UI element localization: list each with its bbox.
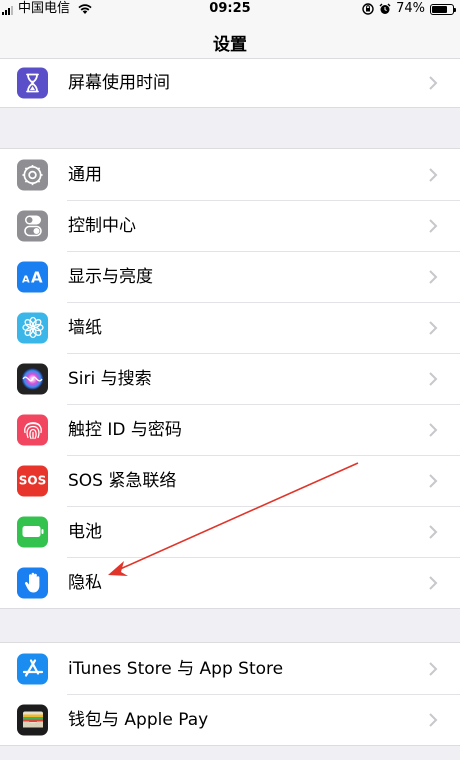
settings-row-emergency-sos[interactable]: SOS SOS 紧急联络	[0, 455, 460, 506]
battery-status-icon	[430, 3, 456, 15]
battery-percent: 74%	[396, 1, 425, 16]
app-store-icon	[17, 653, 48, 684]
chevron-right-icon	[429, 269, 438, 284]
orientation-lock-icon	[362, 3, 374, 15]
page-title: 设置	[213, 35, 247, 55]
settings-row-label: 隐私	[68, 572, 102, 593]
siri-icon	[17, 363, 48, 394]
settings-row-siri-search[interactable]: Siri 与搜索	[0, 353, 460, 404]
flower-icon	[17, 312, 48, 343]
chevron-right-icon	[429, 712, 438, 727]
chevron-right-icon	[429, 76, 438, 90]
chevron-right-icon	[429, 218, 438, 233]
alarm-icon	[379, 3, 391, 14]
settings-row-general[interactable]: 通用	[0, 149, 460, 200]
battery-fill	[432, 5, 447, 13]
settings-row-label: 屏幕使用时间	[68, 73, 170, 93]
sos-icon-text: SOS	[18, 473, 47, 488]
chevron-right-icon	[429, 320, 438, 335]
text-size-icon: AA	[17, 261, 48, 292]
battery-icon	[17, 516, 48, 547]
settings-row-control-center[interactable]: 控制中心	[0, 200, 460, 251]
chevron-right-icon	[429, 524, 438, 539]
settings-row-label: SOS 紧急联络	[68, 470, 177, 491]
gear-icon	[17, 159, 48, 190]
settings-row-label: 控制中心	[68, 215, 136, 236]
settings-row-itunes-app-store[interactable]: iTunes Store 与 App Store	[0, 643, 460, 694]
fingerprint-icon	[17, 414, 48, 445]
wallet-icon	[17, 704, 48, 735]
settings-row-label: iTunes Store 与 App Store	[68, 658, 284, 679]
settings-row-label: 墙纸	[68, 317, 102, 338]
settings-row-wallet-apple-pay[interactable]: 钱包与 Apple Pay	[0, 694, 460, 745]
settings-row-screen-time[interactable]: 屏幕使用时间	[0, 59, 460, 107]
settings-row-display-brightness[interactable]: AA 显示与亮度	[0, 251, 460, 302]
status-right: 74%	[362, 0, 456, 18]
svg-text:A: A	[22, 275, 30, 285]
toggles-icon	[17, 210, 48, 241]
chevron-right-icon	[429, 661, 438, 676]
settings-group-screen-time: 屏幕使用时间	[0, 58, 460, 108]
hourglass-icon	[17, 67, 48, 99]
status-bar: 中国电信 09:25 74%	[0, 0, 460, 18]
settings-group-stores: iTunes Store 与 App Store 钱包与 Apple Pay	[0, 642, 460, 746]
settings-row-label: 电池	[68, 521, 102, 542]
svg-text:A: A	[31, 269, 43, 285]
hand-icon	[17, 567, 48, 598]
chevron-right-icon	[429, 422, 438, 437]
settings-row-label: 显示与亮度	[68, 266, 153, 287]
settings-row-label: 触控 ID 与密码	[68, 419, 182, 440]
settings-row-label: Siri 与搜索	[68, 368, 152, 389]
chevron-right-icon	[429, 371, 438, 386]
settings-group-general: 通用 控制中心 AA 显示与亮度 墙纸 Siri 与搜索 触控 ID 与密码 S…	[0, 148, 460, 609]
chevron-right-icon	[429, 167, 438, 182]
settings-row-touch-id-passcode[interactable]: 触控 ID 与密码	[0, 404, 460, 455]
sos-icon: SOS	[17, 465, 48, 496]
chevron-right-icon	[429, 473, 438, 488]
settings-row-label: 钱包与 Apple Pay	[68, 709, 209, 730]
settings-row-label: 通用	[68, 164, 102, 185]
settings-row-battery[interactable]: 电池	[0, 506, 460, 557]
settings-row-wallpaper[interactable]: 墙纸	[0, 302, 460, 353]
settings-row-privacy[interactable]: 隐私	[0, 557, 460, 608]
chevron-right-icon	[429, 575, 438, 590]
